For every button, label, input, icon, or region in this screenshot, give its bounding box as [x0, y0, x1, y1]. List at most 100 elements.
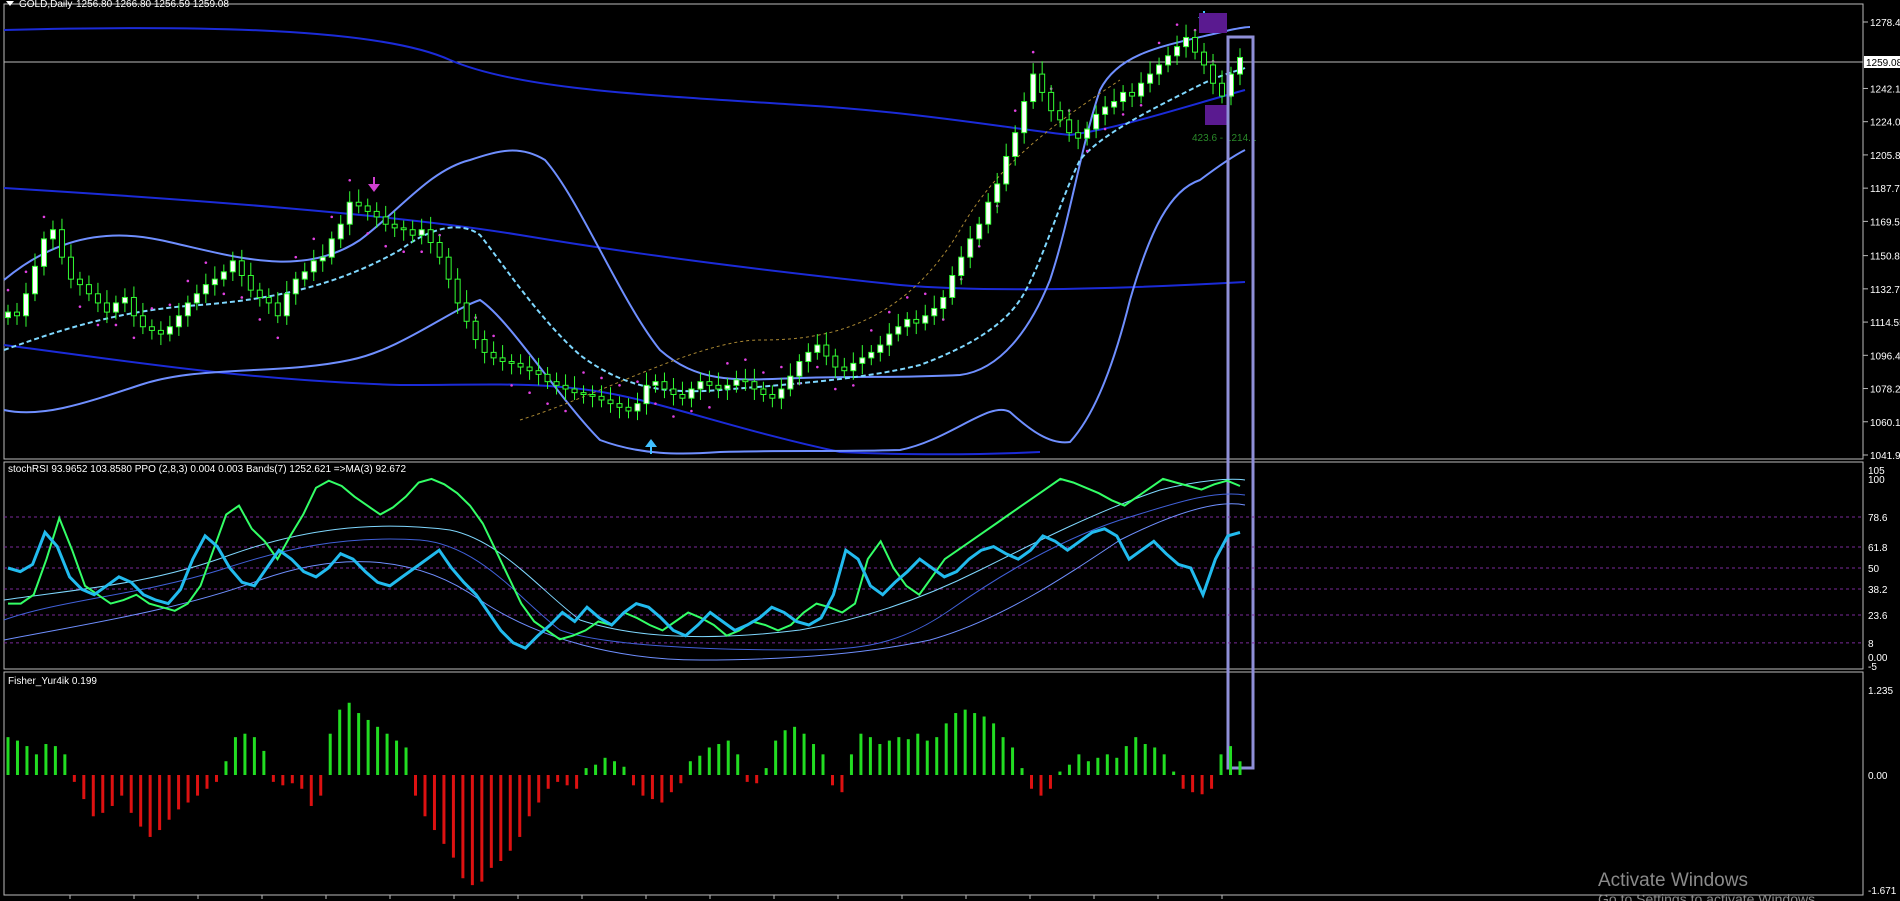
stochrsi-tick-label: 61.8 [1868, 543, 1888, 554]
price-tick-label: 1242.15 [1870, 84, 1900, 95]
candle-body [985, 201, 992, 225]
candle-body [535, 370, 542, 375]
candle-body [112, 302, 119, 313]
candle-body [1066, 119, 1073, 134]
sar-dot [204, 261, 208, 264]
candle-body [1174, 46, 1181, 57]
candle-body [481, 339, 488, 353]
activate-windows-title: Activate Windows [1598, 870, 1748, 891]
candle-body [940, 296, 947, 309]
candle-body [148, 326, 155, 331]
candle-body [769, 393, 776, 399]
candle-body [103, 302, 110, 313]
candle-body [274, 302, 281, 317]
candle-body [328, 238, 335, 258]
candle-body [625, 406, 632, 412]
current-price-value: 1259.08 [1866, 58, 1900, 69]
sar-dot [852, 384, 855, 387]
candle-body [229, 260, 236, 273]
candle-body [877, 344, 884, 353]
sar-dot [564, 409, 567, 413]
purple-signal-block-bottom [1205, 105, 1227, 125]
candle-body [58, 229, 65, 258]
sar-dot [636, 380, 639, 383]
candle-body [292, 278, 299, 295]
candle-body [733, 379, 740, 386]
candle-body [463, 302, 470, 322]
candle-body [247, 274, 254, 291]
candle-body [364, 205, 371, 212]
candle-body [949, 274, 956, 298]
sar-dot [186, 279, 190, 283]
candle-body [94, 293, 101, 304]
stochrsi-tick-label: -5 [1868, 662, 1877, 673]
candle-body [1219, 82, 1226, 97]
candle-body [886, 333, 893, 346]
sar-dot [654, 402, 657, 405]
stochrsi-tick-label: 100 [1868, 475, 1885, 486]
price-tick-label: 1132.70 [1870, 285, 1900, 296]
price-tick-label: 1224.00 [1870, 118, 1900, 129]
fib-label: 423.6 - 1214.1 [1192, 133, 1257, 144]
sar-dot [1175, 23, 1179, 26]
sar-dot [887, 310, 891, 314]
candle-body [1057, 110, 1064, 121]
candle-body [778, 388, 785, 399]
sar-dot [312, 237, 316, 241]
sar-dot [816, 365, 819, 369]
sar-dot [582, 371, 585, 374]
candle-body [319, 256, 326, 262]
sar-dot [762, 371, 765, 374]
candle-body [724, 384, 731, 390]
candle-body [40, 238, 47, 267]
stochrsi-tick-label: 23.6 [1868, 611, 1888, 622]
candle-body [121, 296, 128, 304]
sar-dot [1121, 113, 1125, 116]
candle-body [454, 278, 461, 304]
sar-dot [834, 387, 837, 391]
sar-dot [402, 250, 405, 254]
candle-body [22, 293, 29, 317]
candle-body [1012, 132, 1019, 157]
candle-body [355, 201, 362, 207]
sar-dot [510, 384, 513, 387]
candle-body [931, 307, 938, 317]
candle-body [166, 326, 173, 335]
sar-dot [492, 334, 495, 338]
candle-body [643, 384, 650, 405]
sar-dot [672, 415, 675, 418]
sar-dot [384, 244, 387, 248]
candle-body [652, 381, 659, 386]
candle-body [139, 315, 146, 328]
sar-dot [114, 323, 118, 327]
candle-body [706, 381, 713, 386]
candle-body [67, 256, 74, 280]
price-tick-label: 1096.40 [1870, 351, 1900, 362]
candle-body [382, 216, 389, 225]
candle-body [409, 229, 416, 236]
candle-body [373, 210, 380, 218]
candle-body [697, 381, 704, 390]
sar-dot [330, 215, 334, 219]
candle-body [1003, 155, 1010, 185]
price-tick-label: 1150.85 [1870, 252, 1900, 263]
chart-header: GOLD,Daily 1256.80 1266.80 1256.59 1259.… [6, 0, 229, 10]
candle-body [589, 393, 596, 397]
candle-body [1048, 91, 1055, 112]
sar-dot [1013, 109, 1017, 112]
fisher-tick-label: 1.235 [1868, 686, 1893, 697]
candle-body [751, 381, 758, 390]
sar-dot [96, 323, 100, 327]
trading-chart[interactable]: GOLD,Daily 1256.80 1266.80 1256.59 1259.… [0, 0, 1900, 901]
price-tick-label: 1114.55 [1870, 318, 1900, 329]
candle-body [958, 256, 965, 276]
sar-dot [1103, 127, 1107, 131]
candle-body [670, 388, 677, 395]
ohlc-label: 1256.80 1266.80 1256.59 1259.08 [76, 0, 229, 10]
candle-body [553, 381, 560, 386]
sar-dot [708, 406, 711, 409]
candle-body [607, 399, 614, 405]
candle-body [427, 229, 434, 244]
purple-signal-block-top [1199, 13, 1227, 33]
sar-dot [528, 391, 531, 394]
